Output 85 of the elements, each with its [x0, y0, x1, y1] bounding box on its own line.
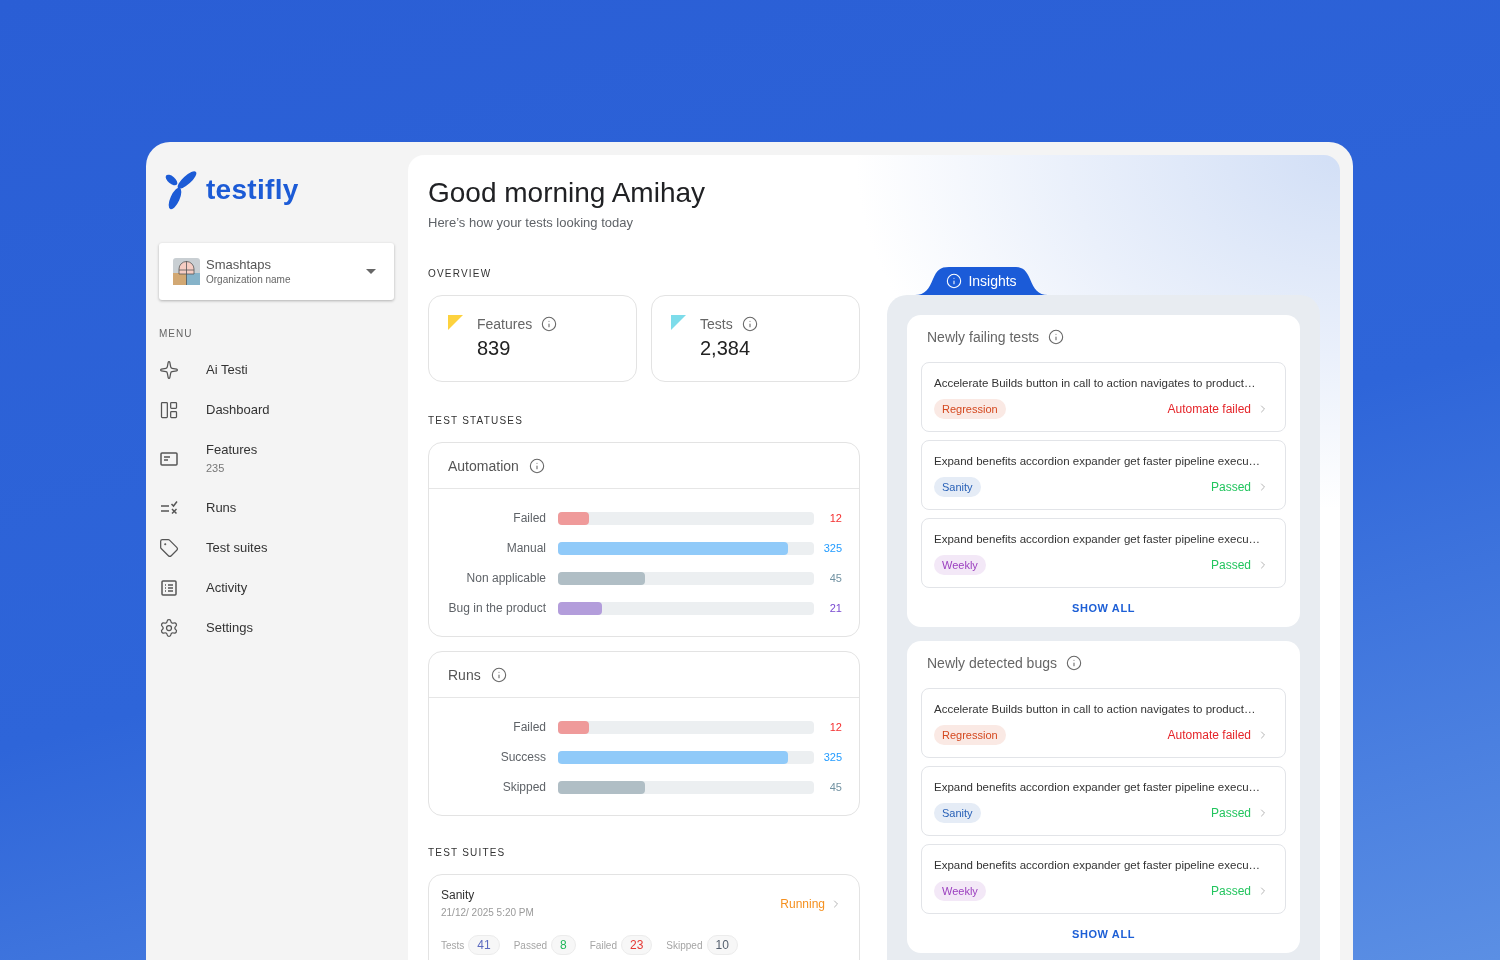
- count-label: Passed: [513, 938, 548, 952]
- list-icon: [159, 578, 179, 598]
- info-icon: [490, 666, 507, 683]
- menu-item[interactable]: Features 235: [159, 430, 394, 488]
- tag: Regression: [934, 399, 1006, 419]
- suite-name: Sanity: [441, 888, 475, 903]
- info-icon: [541, 316, 558, 332]
- bar-label: Non applicable: [465, 570, 546, 586]
- stat-value: 839: [477, 336, 511, 360]
- stat-label: Features: [477, 315, 533, 333]
- panel-title: Automation: [448, 456, 519, 475]
- bar-label: Failed: [512, 719, 546, 735]
- greeting-title: Good morning Amihay: [428, 176, 706, 210]
- bar-value: 45: [828, 780, 842, 794]
- test-item[interactable]: Expand benefits accordion expander get faster pipeline execu… Weekly Passed: [921, 518, 1286, 588]
- info-icon: [1065, 655, 1082, 671]
- menu-heading: MENU: [159, 327, 193, 341]
- bar-value: 12: [828, 720, 842, 734]
- menu-item[interactable]: Settings: [159, 608, 394, 648]
- tag: Weekly: [934, 555, 986, 575]
- status-link[interactable]: Automate failed: [1167, 401, 1269, 417]
- tag: Regression: [934, 725, 1006, 745]
- count-label: Tests: [441, 938, 465, 952]
- panel-title: Runs: [448, 665, 481, 684]
- test-name: Expand benefits accordion expander get faster pipeline execu…: [934, 454, 1261, 469]
- bar-value: 325: [822, 541, 842, 555]
- test-name: Expand benefits accordion expander get faster pipeline execu…: [934, 780, 1261, 795]
- info-icon: [1048, 329, 1065, 345]
- test-item[interactable]: Accelerate Builds button in call to action navigates to product… Regression Automate failed: [921, 362, 1286, 432]
- count-badge: 8: [551, 935, 576, 955]
- section-heading: OVERVIEW: [428, 267, 492, 281]
- status-link[interactable]: Automate failed: [1167, 727, 1269, 743]
- test-name: Expand benefits accordion expander get faster pipeline execu…: [934, 532, 1261, 547]
- org-selector[interactable]: Smashtaps Organization name: [159, 243, 394, 300]
- org-logo-icon: [173, 258, 200, 285]
- tag: Sanity: [934, 803, 981, 823]
- test-item[interactable]: Expand benefits accordion expander get faster pipeline execu… Sanity Passed: [921, 440, 1286, 510]
- greeting-subtitle: Here’s how your tests looking today: [428, 214, 633, 232]
- tag: Weekly: [934, 881, 986, 901]
- bar-label: Bug in the product: [447, 600, 546, 616]
- bar-label: Manual: [505, 540, 546, 556]
- test-name: Accelerate Builds button in call to action navigates to product…: [934, 702, 1256, 717]
- bar-label: Skipped: [501, 779, 546, 795]
- sparkle-icon: [159, 360, 179, 380]
- suite-date: 21/12/ 2025 5:20 PM: [441, 906, 534, 919]
- dashboard-icon: [159, 400, 179, 420]
- section-heading: TEST SUITES: [428, 846, 506, 860]
- menu-item[interactable]: Activity: [159, 568, 394, 608]
- test-item[interactable]: Accelerate Builds button in call to action navigates to product… Regression Automate failed: [921, 688, 1286, 758]
- logo-icon: [163, 170, 199, 210]
- caret-down-icon: [366, 269, 376, 274]
- card-title: Newly detected bugs: [927, 654, 1057, 672]
- info-icon: [528, 457, 545, 474]
- info-icon: [741, 316, 758, 332]
- bar-label: Success: [499, 749, 546, 765]
- test-item[interactable]: Expand benefits accordion expander get faster pipeline execu… Sanity Passed: [921, 766, 1286, 836]
- show-all-button[interactable]: SHOW ALL: [1071, 924, 1136, 944]
- menu-item[interactable]: Runs: [159, 488, 394, 528]
- test-name: Accelerate Builds button in call to action navigates to product…: [934, 376, 1256, 391]
- stat-value: 2,384: [700, 336, 751, 360]
- menu-item[interactable]: Test suites: [159, 528, 394, 568]
- section-heading: TEST STATUSES: [428, 414, 524, 428]
- stat-label: Tests: [700, 315, 733, 333]
- settings-icon: [159, 618, 179, 638]
- bar-value: 12: [828, 511, 842, 525]
- count-label: Skipped: [666, 938, 703, 952]
- card-icon: [159, 449, 179, 469]
- info-icon: [946, 273, 963, 289]
- count-badge: 10: [706, 935, 738, 955]
- test-name: Expand benefits accordion expander get faster pipeline execu…: [934, 858, 1261, 873]
- tag: Sanity: [934, 477, 981, 497]
- test-item[interactable]: Expand benefits accordion expander get faster pipeline execu… Weekly Passed: [921, 844, 1286, 914]
- bar-value: 45: [828, 571, 842, 585]
- card-title: Newly failing tests: [927, 328, 1040, 346]
- menu-item[interactable]: Ai Testi: [159, 350, 394, 390]
- bar-value: 325: [822, 750, 842, 764]
- brand-name: testifly: [206, 173, 299, 207]
- show-all-button[interactable]: SHOW ALL: [1071, 598, 1136, 618]
- bar-label: Failed: [512, 510, 546, 526]
- menu-item[interactable]: Dashboard: [159, 390, 394, 430]
- count-badge: 41: [468, 935, 500, 955]
- tag-icon: [159, 538, 179, 558]
- count-badge: 23: [621, 935, 653, 955]
- bar-value: 21: [828, 601, 842, 615]
- count-label: Failed: [589, 938, 617, 952]
